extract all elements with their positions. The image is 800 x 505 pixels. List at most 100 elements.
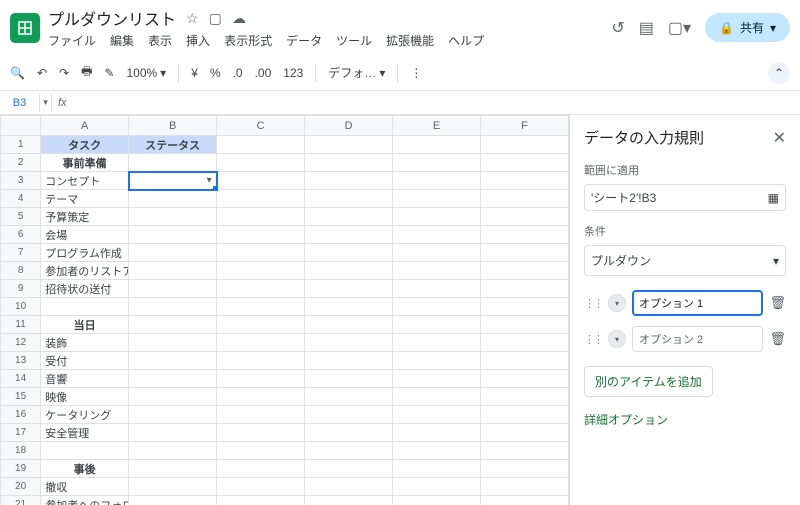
redo-icon[interactable]: ↷ xyxy=(59,66,69,80)
col-header[interactable]: D xyxy=(305,116,393,136)
cell[interactable] xyxy=(217,352,305,370)
cell[interactable] xyxy=(129,154,217,172)
add-item-button[interactable]: 別のアイテムを追加 xyxy=(584,366,713,397)
print-icon[interactable]: 🖶 xyxy=(81,62,92,83)
cell[interactable] xyxy=(129,406,217,424)
comment-icon[interactable]: ▤ xyxy=(639,18,654,38)
row-header[interactable]: 11 xyxy=(1,316,41,334)
advanced-options-link[interactable]: 詳細オプション xyxy=(584,411,786,428)
col-header[interactable]: E xyxy=(393,116,481,136)
share-button[interactable]: 🔒 共有 ▾ xyxy=(705,13,790,42)
drag-handle-icon[interactable]: ⋮⋮ xyxy=(584,297,602,310)
cell[interactable] xyxy=(305,478,393,496)
cell[interactable] xyxy=(305,406,393,424)
cell[interactable] xyxy=(393,208,481,226)
cell[interactable] xyxy=(129,352,217,370)
col-header[interactable]: B xyxy=(129,116,217,136)
cell[interactable] xyxy=(217,154,305,172)
cell[interactable] xyxy=(129,460,217,478)
cell[interactable] xyxy=(480,352,568,370)
cell[interactable] xyxy=(305,442,393,460)
cell[interactable]: 事後 xyxy=(41,460,129,478)
cell[interactable] xyxy=(305,370,393,388)
delete-icon[interactable]: 🗑 xyxy=(769,295,786,311)
delete-icon[interactable]: 🗑 xyxy=(769,331,786,347)
cell[interactable] xyxy=(393,460,481,478)
option-input-1[interactable]: オプション 1 xyxy=(632,290,763,316)
cell[interactable] xyxy=(480,316,568,334)
row-header[interactable]: 19 xyxy=(1,460,41,478)
grid-select-icon[interactable]: ▦ xyxy=(768,191,779,205)
row-header[interactable]: 8 xyxy=(1,262,41,280)
cell[interactable] xyxy=(217,460,305,478)
row-header[interactable]: 12 xyxy=(1,334,41,352)
color-chip[interactable]: ▾ xyxy=(608,330,626,348)
cell[interactable]: コンセプト xyxy=(41,172,129,190)
menu-item[interactable]: 拡張機能 xyxy=(386,32,434,49)
cell[interactable] xyxy=(129,262,217,280)
range-input[interactable]: 'シート2'!B3 ▦ xyxy=(584,184,786,211)
cell[interactable] xyxy=(305,172,393,190)
row-header[interactable]: 1 xyxy=(1,136,41,154)
cell[interactable] xyxy=(480,334,568,352)
cell[interactable] xyxy=(129,388,217,406)
cell[interactable]: 参加者のリストアップ xyxy=(41,262,129,280)
star-icon[interactable]: ☆ xyxy=(186,10,199,27)
row-header[interactable]: 10 xyxy=(1,298,41,316)
cell[interactable] xyxy=(393,136,481,154)
cell[interactable] xyxy=(217,424,305,442)
cell[interactable] xyxy=(393,262,481,280)
cell[interactable] xyxy=(129,208,217,226)
cell[interactable] xyxy=(129,424,217,442)
cell[interactable] xyxy=(393,244,481,262)
cell[interactable] xyxy=(129,244,217,262)
col-header[interactable]: A xyxy=(41,116,129,136)
history-icon[interactable]: ↺ xyxy=(611,18,624,38)
cell[interactable] xyxy=(129,334,217,352)
cell[interactable] xyxy=(129,226,217,244)
cell[interactable]: 招待状の送付 xyxy=(41,280,129,298)
cell[interactable] xyxy=(393,424,481,442)
meet-icon[interactable]: ▢▾ xyxy=(668,18,691,38)
menu-item[interactable]: データ xyxy=(286,32,322,49)
cell[interactable] xyxy=(393,172,481,190)
cell[interactable] xyxy=(480,496,568,505)
name-box-dropdown[interactable]: ▾ xyxy=(40,94,52,111)
cell[interactable] xyxy=(393,154,481,172)
cell[interactable] xyxy=(480,460,568,478)
cell[interactable] xyxy=(480,406,568,424)
cell[interactable] xyxy=(217,262,305,280)
more-icon[interactable]: ⋮ xyxy=(410,66,422,80)
cell[interactable] xyxy=(393,406,481,424)
cell[interactable] xyxy=(305,262,393,280)
cell[interactable] xyxy=(217,334,305,352)
cell[interactable] xyxy=(305,460,393,478)
cell[interactable]: 会場 xyxy=(41,226,129,244)
cell[interactable] xyxy=(217,388,305,406)
cell[interactable] xyxy=(305,424,393,442)
cell[interactable] xyxy=(393,388,481,406)
cell[interactable] xyxy=(217,190,305,208)
row-header[interactable]: 7 xyxy=(1,244,41,262)
row-header[interactable]: 9 xyxy=(1,280,41,298)
row-header[interactable]: 3 xyxy=(1,172,41,190)
menu-item[interactable]: ファイル xyxy=(48,32,96,49)
cell[interactable] xyxy=(41,442,129,460)
col-header[interactable]: F xyxy=(480,116,568,136)
cell[interactable] xyxy=(129,280,217,298)
cell[interactable] xyxy=(480,388,568,406)
cell[interactable] xyxy=(393,352,481,370)
cell[interactable] xyxy=(393,280,481,298)
cell[interactable] xyxy=(217,172,305,190)
cell[interactable] xyxy=(480,136,568,154)
cell[interactable] xyxy=(129,370,217,388)
menu-item[interactable]: 編集 xyxy=(110,32,134,49)
cell[interactable] xyxy=(393,478,481,496)
row-header[interactable]: 18 xyxy=(1,442,41,460)
cell[interactable] xyxy=(305,208,393,226)
cell[interactable] xyxy=(217,496,305,505)
color-chip[interactable]: ▾ xyxy=(608,294,626,312)
cell[interactable] xyxy=(480,424,568,442)
cell[interactable] xyxy=(480,226,568,244)
cell[interactable] xyxy=(41,298,129,316)
